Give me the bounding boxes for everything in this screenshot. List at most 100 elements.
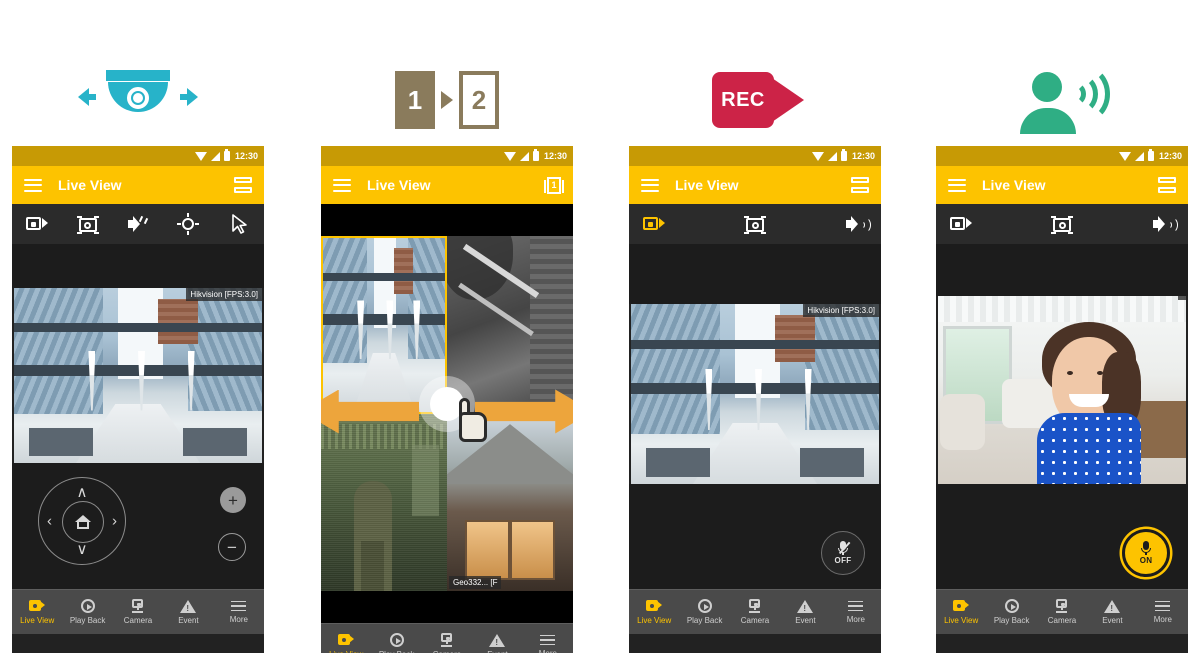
ptz-dpad[interactable]: ∧ ∨ ‹ › [38, 477, 126, 565]
signal-icon [827, 151, 837, 161]
page-title: Live View [675, 177, 739, 193]
nav-live-view[interactable]: Live View [12, 599, 62, 625]
nav-event[interactable]: Event [1087, 599, 1137, 625]
snapshot-button[interactable] [744, 215, 766, 234]
arrow-left-icon [78, 88, 96, 106]
status-time: 12:30 [851, 151, 875, 161]
two-way-audio-toggle[interactable]: OFF [821, 531, 865, 575]
camera-icon [1054, 599, 1070, 613]
nav-play-back[interactable]: Play Back [679, 599, 729, 625]
two-way-audio-toggle[interactable]: ON [1122, 529, 1170, 577]
record-button[interactable] [643, 217, 665, 231]
ptz-down-button[interactable]: ∨ [77, 542, 88, 557]
nav-more[interactable]: More [831, 600, 881, 624]
nav-more[interactable]: More [214, 600, 264, 624]
nav-event[interactable]: Event [780, 599, 830, 625]
ptz-camera-icon [78, 55, 198, 145]
status-time: 12:30 [234, 151, 258, 161]
nav-camera[interactable]: Camera [1037, 599, 1087, 625]
record-button[interactable] [950, 217, 972, 231]
ptz-home-button[interactable] [62, 501, 104, 543]
ptz-up-button[interactable]: ∧ [77, 485, 88, 500]
more-icon [231, 600, 247, 612]
status-bar: 12:30 [12, 146, 264, 166]
bottom-nav: Live View Play Back Camera Event More [12, 589, 264, 634]
nav-play-back[interactable]: Play Back [62, 599, 112, 625]
battery-icon [223, 149, 230, 161]
video-label: Hikvision [FPS:3.0] [803, 304, 879, 317]
status-bar: 12:30 [936, 146, 1188, 166]
zoom-in-button[interactable]: + [220, 487, 246, 513]
video-tile[interactable]: Hikvision [FPS:3.0] [14, 288, 262, 463]
more-icon [1155, 600, 1171, 612]
hamburger-icon[interactable] [24, 178, 42, 192]
speaker-on-button[interactable] [845, 215, 871, 233]
nav-live-view[interactable]: Live View [321, 633, 371, 653]
live-view-icon [338, 633, 355, 647]
app-bar: Live View [12, 166, 264, 204]
ptz-target-button[interactable] [163, 213, 213, 235]
nav-more[interactable]: More [523, 634, 573, 653]
nav-camera[interactable]: Camera [730, 599, 780, 625]
wifi-icon [1118, 151, 1131, 161]
event-icon [1104, 599, 1121, 613]
grid-spacer-bottom [321, 591, 573, 623]
live-view-toolbar [12, 204, 264, 244]
layout-2x-icon[interactable] [1158, 177, 1176, 193]
cursor-arrow-icon [232, 214, 247, 234]
speaker-on-button[interactable] [1152, 215, 1178, 233]
camera-icon [439, 633, 455, 647]
mic-muted-icon [838, 541, 850, 555]
snapshot-button[interactable] [62, 215, 112, 234]
battery-icon [532, 149, 539, 161]
layout-2x-icon[interactable] [851, 177, 869, 193]
nav-live-view[interactable]: Live View [936, 599, 986, 625]
layout-2x-icon[interactable] [234, 177, 252, 193]
video-spacer-bottom: ON [936, 484, 1188, 589]
arrow-right-icon [180, 88, 198, 106]
battery-icon [840, 149, 847, 161]
grid-cell[interactable] [321, 413, 447, 591]
nav-play-back[interactable]: Play Back [371, 633, 421, 653]
mic-icon [1141, 541, 1152, 555]
event-icon [180, 599, 197, 613]
multiview-grid[interactable]: Geo332... [F [321, 236, 573, 591]
nav-play-back[interactable]: Play Back [986, 599, 1036, 625]
page-title: Live View [982, 177, 1046, 193]
cursor-arrow-button[interactable] [214, 214, 264, 234]
nav-camera[interactable]: Camera [113, 599, 163, 625]
ptz-left-button[interactable]: ‹ [47, 514, 52, 529]
hamburger-icon[interactable] [641, 178, 659, 192]
ptz-right-button[interactable]: › [112, 514, 117, 529]
video-label: Hikvision [FPS:3.0] [186, 288, 262, 301]
record-button[interactable] [12, 217, 62, 231]
nav-event[interactable]: Event [472, 633, 522, 653]
nav-camera[interactable]: Camera [422, 633, 472, 653]
status-bar: 12:30 [629, 146, 881, 166]
snapshot-button[interactable] [1051, 215, 1073, 234]
home-icon [75, 515, 91, 529]
grid-spacer-top [321, 204, 573, 236]
hamburger-icon[interactable] [333, 178, 351, 192]
ptz-control-pad: ∧ ∨ ‹ › + − [12, 463, 264, 589]
nav-more[interactable]: More [1138, 600, 1188, 624]
nav-event[interactable]: Event [163, 599, 213, 625]
speaker-mute-button[interactable] [113, 215, 163, 233]
grid-cell[interactable]: Geo332... [F [447, 413, 573, 591]
signal-icon [210, 151, 220, 161]
playback-icon [80, 599, 95, 613]
zoom-out-button[interactable]: − [218, 533, 246, 561]
hamburger-icon[interactable] [948, 178, 966, 192]
playback-icon [1004, 599, 1019, 613]
status-bar: 12:30 [321, 146, 573, 166]
bottom-nav: Live View Play Back Camera Event More [936, 589, 1188, 634]
layout-1x-icon[interactable]: 1 [544, 176, 564, 194]
nav-live-view[interactable]: Live View [629, 599, 679, 625]
rec-video-icon: REC [712, 55, 804, 145]
grid-cell[interactable] [321, 236, 447, 414]
status-time: 12:30 [543, 151, 567, 161]
video-tile[interactable] [938, 296, 1186, 484]
app-bar: Live View [629, 166, 881, 204]
video-tile[interactable]: Hikvision [FPS:3.0] [631, 304, 879, 484]
grid-cell[interactable] [447, 236, 573, 414]
